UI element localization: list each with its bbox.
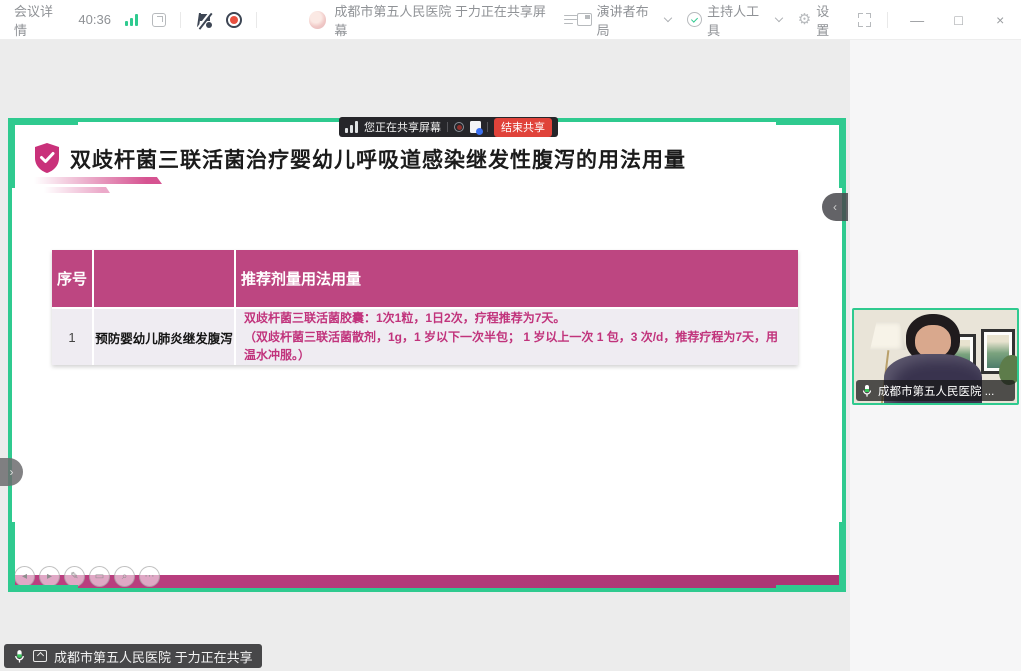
table-cell-index: 1: [52, 309, 92, 365]
minimize-button[interactable]: —: [904, 12, 930, 28]
table-header-index: 序号: [52, 250, 92, 307]
video-strip-panel: 成都市第五人民医院 ...: [850, 40, 1021, 671]
end-share-button[interactable]: 结束共享: [494, 118, 552, 137]
close-button[interactable]: ×: [987, 12, 1013, 28]
participant-video-tile[interactable]: 成都市第五人民医院 ...: [852, 308, 1019, 405]
microphone-icon: [861, 384, 873, 398]
presentation-slide: 双歧杆菌三联活菌治疗婴幼儿呼吸道感染继发性腹泻的用法用量 序号 推荐剂量用法用量…: [12, 122, 842, 588]
table-row: 1 预防婴幼儿肺炎继发腹泻 双歧杆菌三联活菌胶囊：1次1粒，1日2次，疗程推荐为…: [52, 309, 798, 365]
host-tools-button[interactable]: 主持人工具: [687, 1, 781, 39]
share-border-corner: [8, 522, 78, 592]
share-status-toolbar: 您正在共享屏幕 结束共享: [339, 117, 558, 137]
dosage-table: 序号 推荐剂量用法用量 1 预防婴幼儿肺炎继发腹泻 双歧杆菌三联活菌胶囊：1次1…: [52, 250, 798, 365]
collapse-video-panel-handle[interactable]: ‹: [822, 193, 848, 221]
meeting-timer: 40:36: [78, 12, 111, 27]
docs-icon[interactable]: [470, 121, 481, 133]
share-signal-icon: [345, 121, 358, 133]
window-title-bar: 会议详情 40:36 成都市第五人民医院 于力正在共享屏幕 演讲者布局 主持人工…: [0, 0, 1021, 40]
zoom-button[interactable]: ⌕: [114, 566, 135, 587]
table-cell-dosage: 双歧杆菌三联活菌胶囊：1次1粒，1日2次，疗程推荐为7天。 （双歧杆菌三联活菌散…: [236, 309, 798, 365]
dosage-line-1: 双歧杆菌三联活菌胶囊：1次1粒，1日2次，疗程推荐为7天。: [244, 309, 565, 328]
shared-screen-region: 双歧杆菌三联活菌治疗婴幼儿呼吸道感染继发性腹泻的用法用量 序号 推荐剂量用法用量…: [8, 118, 846, 592]
meeting-details-link[interactable]: 会议详情: [14, 1, 64, 39]
settings-button[interactable]: ⚙ 设置: [798, 1, 842, 39]
network-signal-icon: [125, 14, 138, 26]
presenter-avatar: [309, 11, 327, 29]
speaker-layout-button[interactable]: 演讲者布局: [577, 1, 671, 39]
host-tools-label: 主持人工具: [707, 1, 771, 39]
maximize-button[interactable]: □: [946, 12, 972, 28]
share-border-corner: [776, 522, 846, 592]
pop-out-icon[interactable]: [152, 13, 166, 27]
recording-icon[interactable]: [454, 122, 464, 132]
recording-indicator-icon[interactable]: [226, 12, 242, 28]
table-header-item: [94, 250, 234, 307]
fullscreen-icon[interactable]: [858, 13, 872, 27]
divider: [487, 122, 488, 132]
share-border-corner: [776, 118, 846, 188]
share-status-text: 您正在共享屏幕: [364, 119, 441, 135]
sharing-status-title: 成都市第五人民医院 于力正在共享屏幕: [334, 1, 556, 39]
slide-title: 双歧杆菌三联活菌治疗婴幼儿呼吸道感染继发性腹泻的用法用量: [70, 144, 686, 174]
microphone-icon: [13, 649, 26, 664]
gear-icon: ⚙: [798, 12, 811, 27]
chevron-down-icon: [664, 13, 672, 21]
share-border-corner: [8, 118, 78, 188]
sharing-status-pill: 成都市第五人民医院 于力正在共享: [4, 644, 262, 668]
dosage-line-2: （双歧杆菌三联活菌散剂，1g，1 岁以下一次半包； 1 岁以上一次 1 包，3 …: [244, 328, 790, 365]
share-info-list-icon[interactable]: [564, 15, 577, 25]
speaker-layout-label: 演讲者布局: [597, 1, 661, 39]
chevron-down-icon: [775, 13, 783, 21]
lamp-decor: [870, 322, 906, 350]
layout-icon: [577, 13, 592, 26]
more-options-button[interactable]: ⋯: [139, 566, 160, 587]
display-mode-button[interactable]: ▭: [89, 566, 110, 587]
sharing-status-pill-text: 成都市第五人民医院 于力正在共享: [54, 647, 253, 666]
divider: [256, 12, 257, 28]
participant-name-label: 成都市第五人民医院 ...: [856, 380, 1015, 401]
table-header-row: 序号 推荐剂量用法用量: [52, 250, 798, 307]
shield-check-icon: [687, 12, 702, 27]
screen-share-icon: [33, 650, 47, 662]
divider: [180, 12, 181, 28]
flag-off-icon[interactable]: [195, 12, 212, 28]
table-cell-item: 预防婴幼儿肺炎继发腹泻: [94, 309, 234, 365]
participant-name-text: 成都市第五人民医院 ...: [878, 383, 994, 399]
table-header-dosage: 推荐剂量用法用量: [236, 250, 798, 307]
divider: [887, 12, 888, 28]
settings-label: 设置: [816, 1, 841, 39]
divider: [447, 122, 448, 132]
